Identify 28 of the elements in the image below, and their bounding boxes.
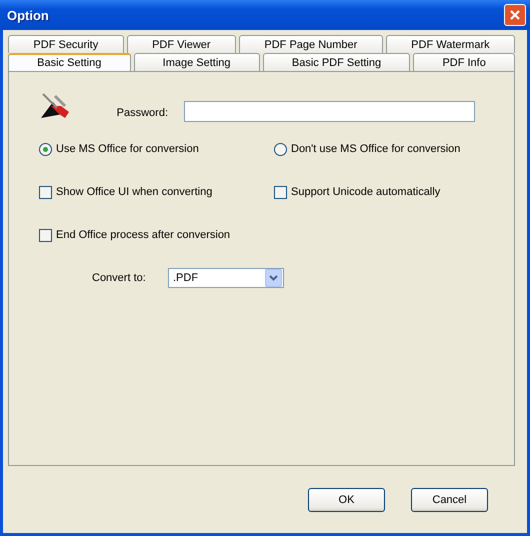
radio-label: Don't use MS Office for conversion bbox=[291, 143, 460, 155]
tab[interactable]: PDF Watermark bbox=[386, 35, 516, 53]
radio-button[interactable] bbox=[274, 142, 287, 156]
tab[interactable]: PDF Info bbox=[413, 53, 515, 71]
chevron-down-icon bbox=[269, 275, 278, 281]
tab[interactable]: PDF Page Number bbox=[238, 35, 383, 53]
window-title: Option bbox=[7, 8, 49, 22]
checkbox[interactable] bbox=[39, 186, 52, 198]
ok-button[interactable]: OK bbox=[308, 488, 385, 512]
checkbox[interactable] bbox=[39, 228, 52, 242]
tab[interactable]: Basic Setting bbox=[8, 53, 131, 71]
tab[interactable]: PDF Security bbox=[8, 35, 124, 53]
checkbox-label: Show Office UI when converting bbox=[56, 186, 212, 198]
password-label: Password: bbox=[116, 107, 169, 121]
checkbox-label: Support Unicode automatically bbox=[291, 186, 440, 198]
radio-label: Use MS Office for conversion bbox=[56, 143, 199, 155]
password-field[interactable] bbox=[184, 101, 475, 122]
convert-to-label: Convert to: bbox=[92, 272, 147, 284]
tab[interactable]: Basic PDF Setting bbox=[262, 53, 410, 71]
close-icon bbox=[509, 9, 521, 21]
tab[interactable]: Image Setting bbox=[134, 53, 260, 71]
checkbox[interactable] bbox=[274, 186, 287, 198]
cancel-button[interactable]: Cancel bbox=[411, 488, 488, 512]
tab[interactable]: PDF Viewer bbox=[126, 35, 236, 53]
format-dropdown[interactable]: .PDF bbox=[168, 268, 284, 288]
close-button[interactable] bbox=[504, 4, 526, 26]
checkbox-label: End Office process after conversion bbox=[56, 229, 230, 241]
radio-button[interactable] bbox=[39, 142, 52, 156]
